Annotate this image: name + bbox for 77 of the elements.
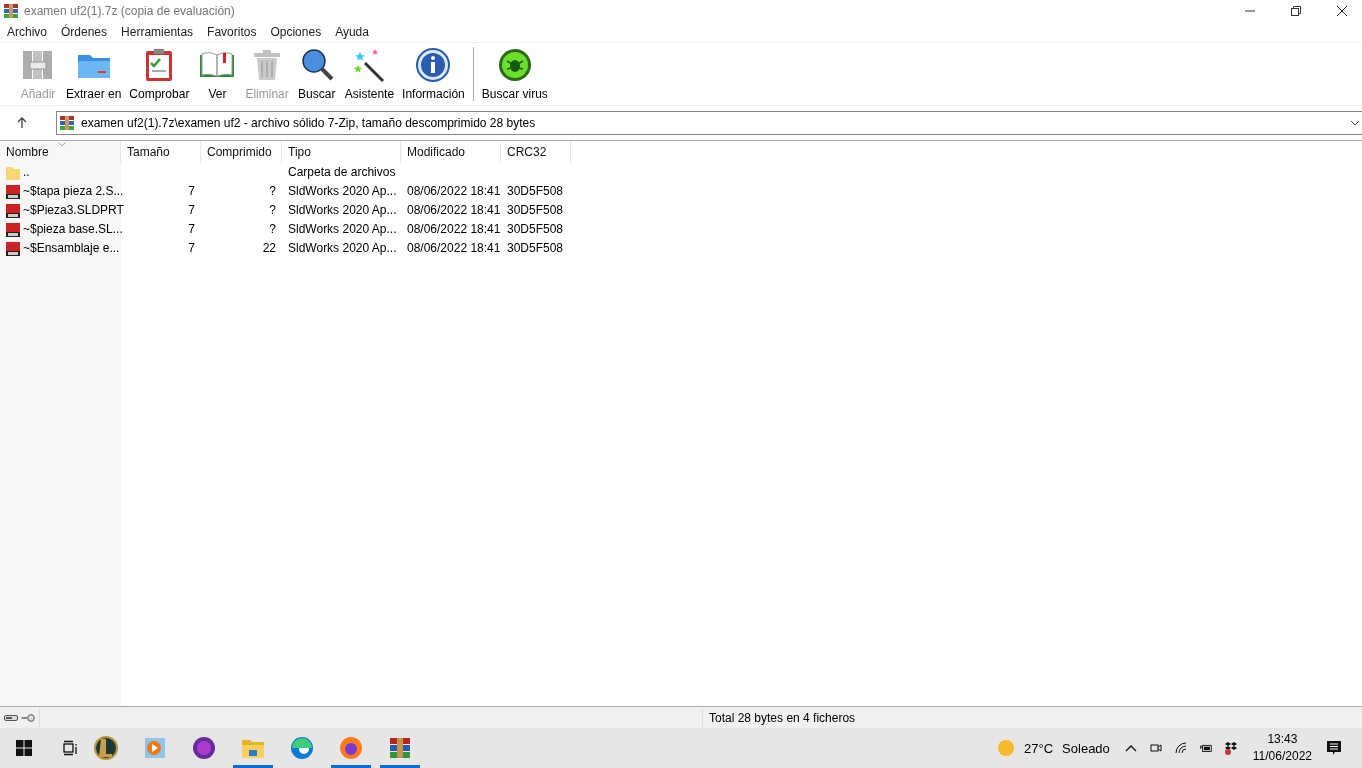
archive-stack-icon xyxy=(388,736,412,760)
close-icon[interactable] xyxy=(1336,5,1348,17)
table-cell-text: SldWorks 2020 Ap... xyxy=(288,240,397,257)
toolbar-button[interactable]: Comprobar xyxy=(125,43,194,105)
table-cell-text: 08/06/2022 18:41 xyxy=(407,240,501,257)
task-view-icon[interactable] xyxy=(62,740,78,756)
menu-item[interactable]: Archivo xyxy=(7,25,47,39)
weather-temperature[interactable]: 27°C xyxy=(1024,740,1054,756)
wifi-icon[interactable] xyxy=(1173,741,1188,755)
table-cell-text: Carpeta de archivos xyxy=(288,164,396,181)
menu-item[interactable]: Ayuda xyxy=(335,25,369,39)
table-cell-text: 30D5F508 xyxy=(507,240,564,257)
bug-icon xyxy=(496,47,533,83)
table-cell-text: 30D5F508 xyxy=(507,183,564,200)
camera-icon[interactable] xyxy=(1148,741,1163,755)
table-cell-text: 22 xyxy=(262,240,276,257)
toolbar-button[interactable]: Información xyxy=(398,43,469,105)
toolbar-button[interactable]: Extraer en xyxy=(62,43,126,105)
column-header[interactable]: Comprimido xyxy=(201,141,282,163)
table-cell-text: ? xyxy=(269,202,276,219)
table-cell-text: 7 xyxy=(188,221,195,238)
file-icon xyxy=(5,240,21,257)
table-cell-text: 30D5F508 xyxy=(507,221,564,238)
table-cell-text: SldWorks 2020 Ap... xyxy=(288,202,397,219)
menu-item[interactable]: Opciones xyxy=(270,25,322,39)
table-cell-text: SldWorks 2020 Ap... xyxy=(288,221,397,238)
notification-icon[interactable] xyxy=(1326,740,1342,756)
status-text: Total 28 bytes en 4 ficheros xyxy=(702,708,856,727)
toolbar-button[interactable]: Ver xyxy=(193,43,242,105)
column-header[interactable]: Modificado xyxy=(401,141,501,163)
menu-item[interactable]: Herramientas xyxy=(121,25,194,39)
browser-swirl-icon xyxy=(290,736,314,760)
table-cell-text: ? xyxy=(269,183,276,200)
menu-item[interactable]: Órdenes xyxy=(61,25,108,39)
start-icon[interactable] xyxy=(16,740,32,756)
column-header[interactable]: Tipo xyxy=(282,141,401,163)
sort-caret-icon xyxy=(58,142,66,147)
table-cell[interactable]: ~$Pieza3.SLDPRT xyxy=(23,201,124,220)
file-icon xyxy=(5,221,21,238)
play-icon xyxy=(143,736,167,760)
table-cell[interactable]: ~$tapa pieza 2.S... xyxy=(23,182,124,201)
column-header[interactable]: Tamaño xyxy=(121,141,201,163)
restore-icon[interactable] xyxy=(1290,5,1302,17)
toolbar-button[interactable]: Buscar xyxy=(292,43,341,105)
clock-time[interactable]: 13:43 xyxy=(1267,731,1298,748)
column-header[interactable]: Nombre xyxy=(0,141,121,163)
table-cell-text: 7 xyxy=(188,240,195,257)
table-cell-text: 08/06/2022 18:41 xyxy=(407,202,501,219)
table-cell[interactable]: .. xyxy=(23,163,30,182)
sun-icon xyxy=(997,739,1016,757)
dropdown-caret-icon[interactable] xyxy=(1350,119,1360,126)
table-cell-text: 7 xyxy=(188,202,195,219)
toolbar-button[interactable]: Buscar virus xyxy=(477,43,552,105)
toolbar-button[interactable]: Asistente xyxy=(340,43,399,105)
file-icon xyxy=(5,202,21,219)
table-cell-text: 30D5F508 xyxy=(507,202,564,219)
column-header[interactable]: CRC32 xyxy=(501,141,571,163)
archive-app-icon xyxy=(3,3,19,19)
table-cell-text: SldWorks 2020 Ap... xyxy=(288,183,397,200)
drive-icon xyxy=(4,713,18,722)
key-icon xyxy=(21,713,35,722)
table-cell[interactable]: ~$pieza base.SL... xyxy=(23,220,123,239)
table-cell-text: ? xyxy=(269,221,276,238)
table-cell-text: 08/06/2022 18:41 xyxy=(407,183,501,200)
window-title: examen uf2(1).7z (copia de evaluación) xyxy=(24,4,235,18)
table-cell-text: 7 xyxy=(188,183,195,200)
address-field[interactable]: examen uf2(1).7z\examen uf2 - archivo sólido 7-Zip, tamaño descomprimido 28 bytes xyxy=(56,110,1362,135)
file-icon xyxy=(5,183,21,200)
clock-date[interactable]: 11/06/2022 xyxy=(1252,748,1312,765)
info-icon xyxy=(415,47,452,83)
weather-condition[interactable]: Soleado xyxy=(1062,740,1110,756)
archive-icon xyxy=(59,114,75,131)
table-cell-text: 08/06/2022 18:41 xyxy=(407,221,501,238)
table-cell[interactable]: ~$Ensamblaje e... xyxy=(23,239,120,258)
letter-l-icon xyxy=(94,736,118,760)
up-arrow-icon[interactable] xyxy=(16,116,28,129)
menu-item[interactable]: Favoritos xyxy=(207,25,257,39)
